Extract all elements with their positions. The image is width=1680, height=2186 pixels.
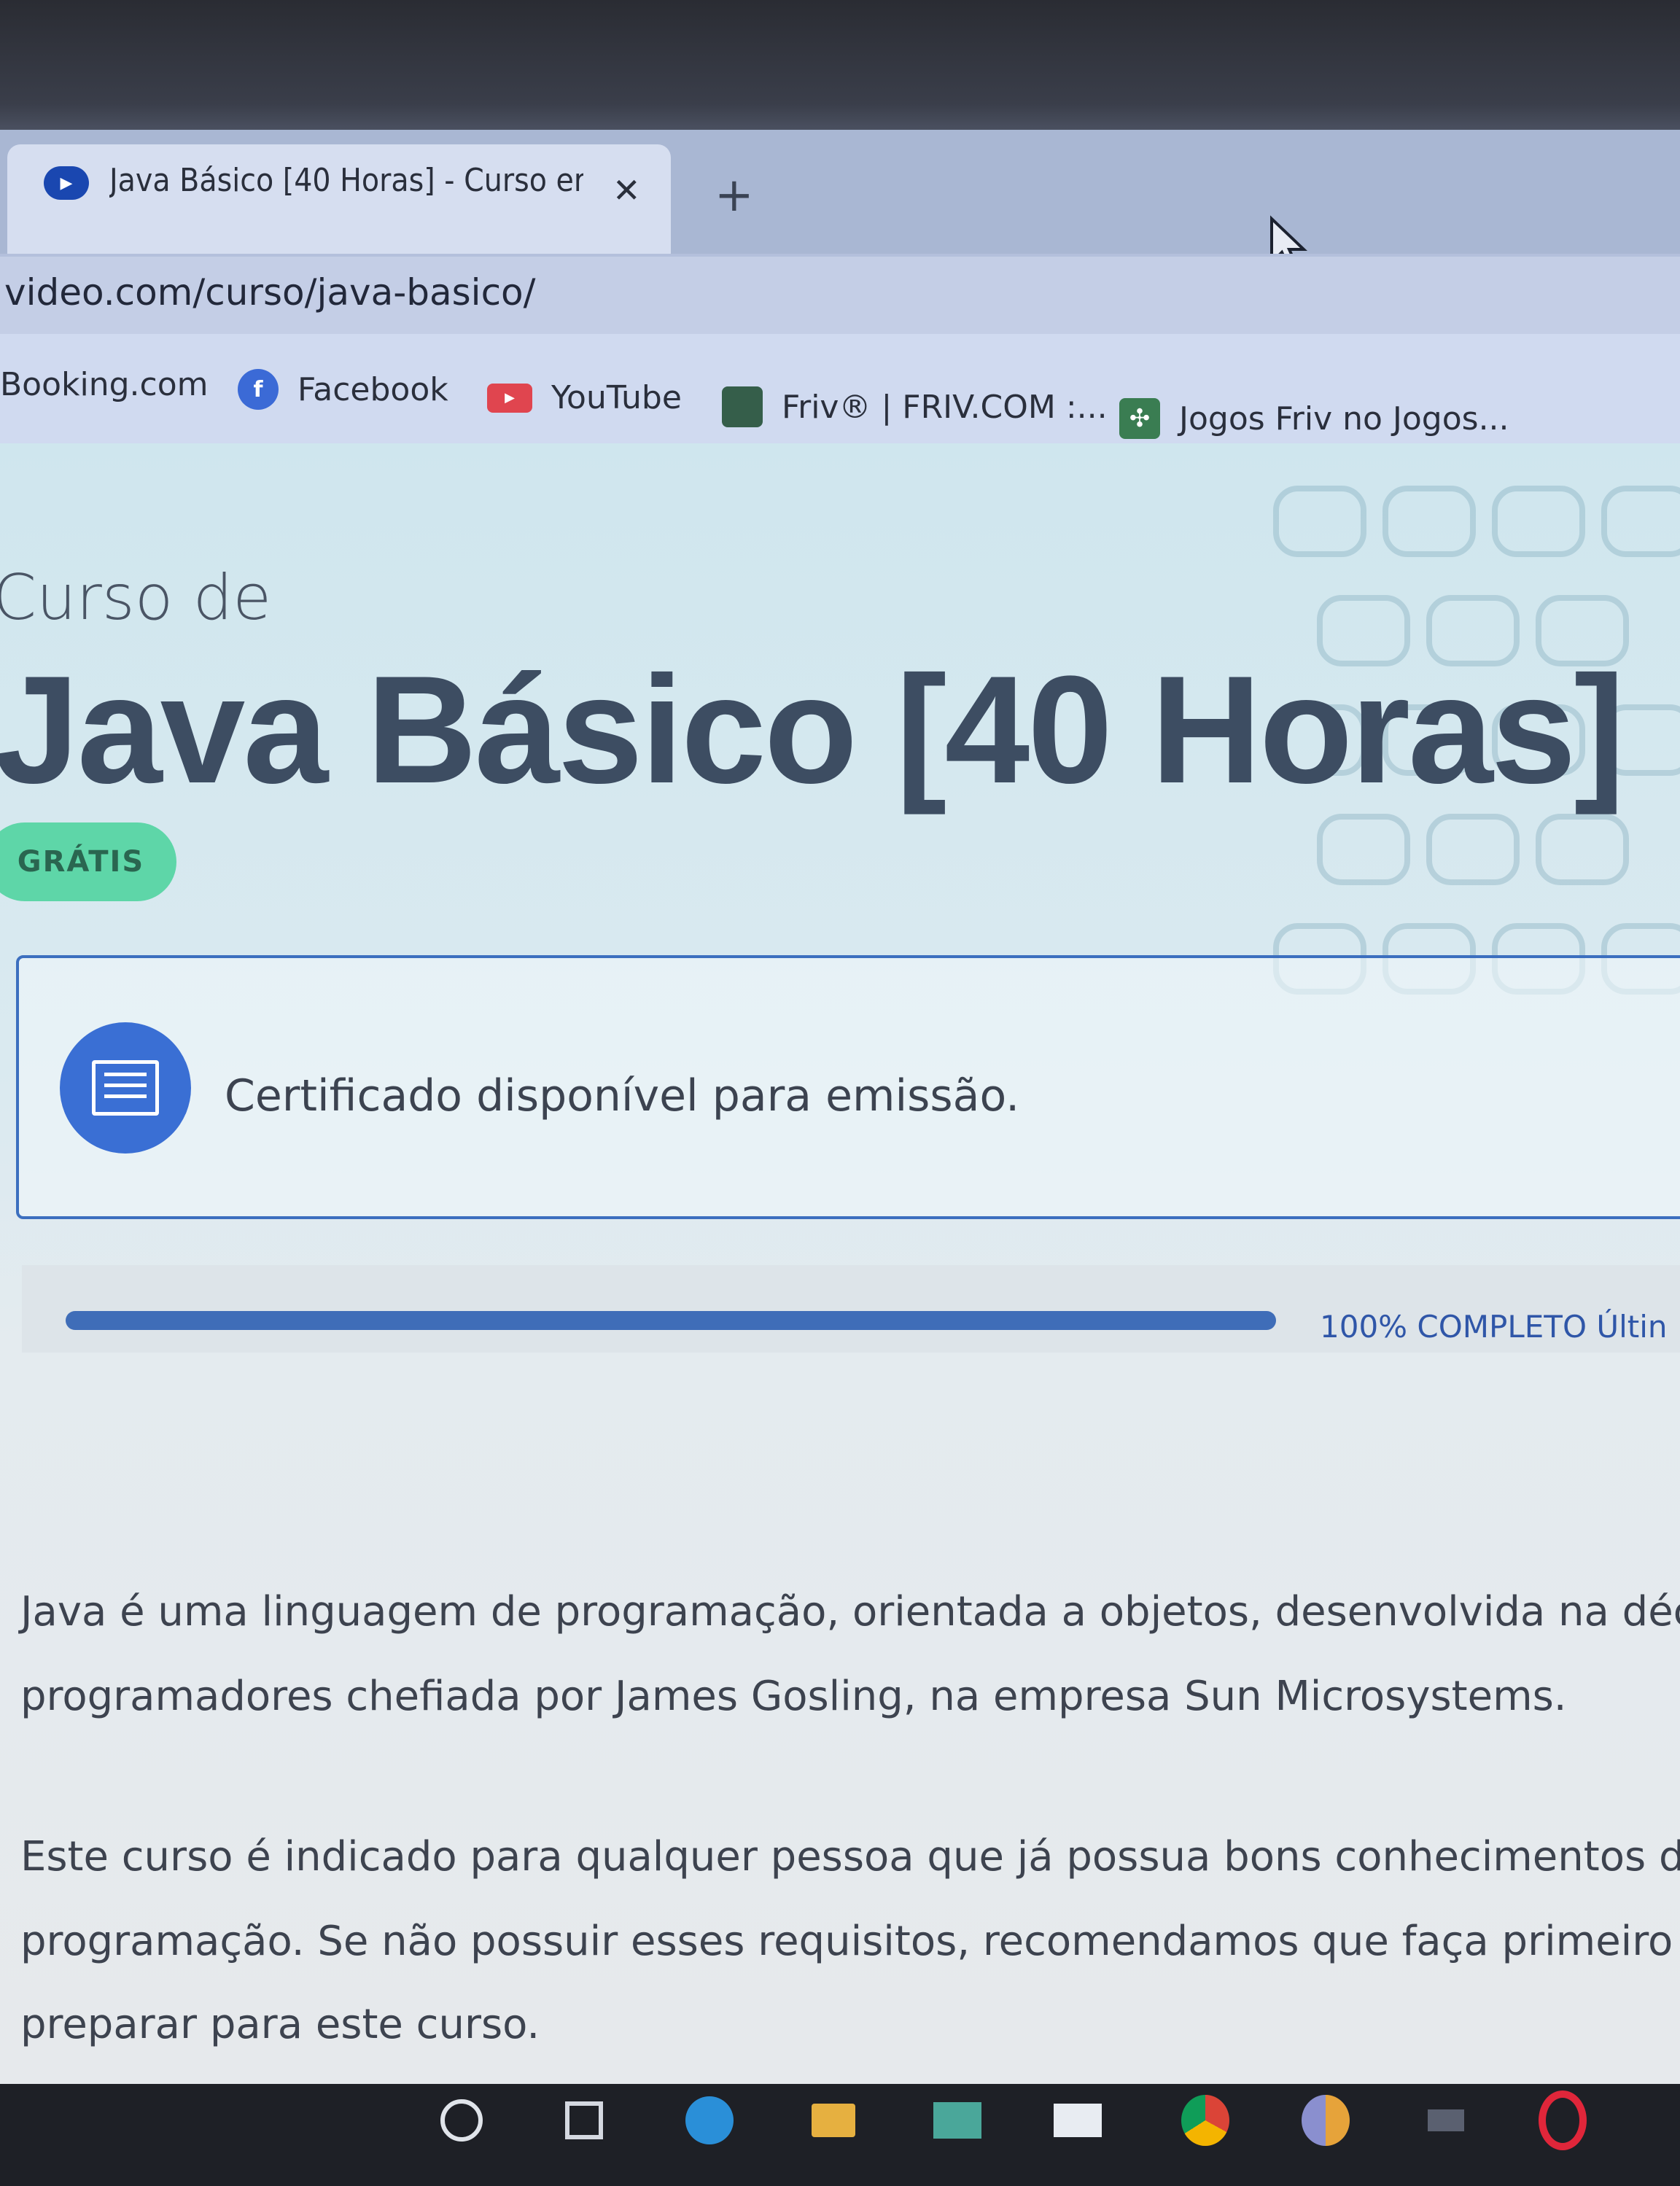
edge-icon[interactable] xyxy=(685,2096,734,2144)
bookmark-youtube[interactable]: ▶ YouTube xyxy=(487,379,682,416)
bookmark-jogos-friv[interactable]: ✣ Jogos Friv no Jogos... xyxy=(1119,398,1509,439)
file-explorer-icon[interactable] xyxy=(809,2096,858,2144)
description-line: Java é uma linguagem de programação, ori… xyxy=(20,1588,1680,1635)
youtube-icon: ▶ xyxy=(487,383,532,413)
chrome-icon[interactable] xyxy=(1181,2095,1229,2146)
search-icon[interactable] xyxy=(438,2096,486,2144)
url-text[interactable]: video.com/curso/java-basico/ xyxy=(4,271,536,314)
course-pre-title: Curso de xyxy=(0,561,272,634)
description-line: programação. Se não possuir esses requis… xyxy=(20,1918,1680,1965)
progress-bar xyxy=(66,1311,1276,1330)
tab-title[interactable]: Java Básico [40 Horas] - Curso er xyxy=(109,162,583,199)
chrome-canary-icon[interactable] xyxy=(1302,2095,1350,2146)
tab-close-icon[interactable]: ✕ xyxy=(612,174,641,207)
jogos-icon: ✣ xyxy=(1119,398,1160,439)
certificate-icon[interactable] xyxy=(60,1022,191,1154)
facebook-icon: f xyxy=(238,369,279,410)
store-icon[interactable] xyxy=(933,2096,981,2144)
friv-icon xyxy=(722,386,763,427)
opera-icon[interactable] xyxy=(1539,2090,1587,2150)
app-icon[interactable] xyxy=(1422,2096,1470,2144)
monitor-bezel xyxy=(0,0,1680,130)
bookmark-friv[interactable]: Friv® | FRIV.COM :... xyxy=(722,386,1108,427)
description-line: preparar para este curso. xyxy=(20,2001,540,2048)
bookmark-facebook[interactable]: f Facebook xyxy=(238,369,448,410)
description-line: programadores chefiada por James Gosling… xyxy=(20,1673,1567,1720)
tab-favicon-icon: ▶ xyxy=(44,166,89,200)
mail-icon[interactable] xyxy=(1054,2096,1102,2144)
description-line: Este curso é indicado para qualquer pess… xyxy=(20,1833,1680,1880)
course-title: Java Básico [40 Horas] xyxy=(0,644,1625,815)
browser-tab[interactable] xyxy=(7,144,671,254)
progress-bar-fill xyxy=(66,1311,1276,1330)
task-view-icon[interactable] xyxy=(560,2096,608,2144)
certificate-text[interactable]: Certificado disponível para emissão. xyxy=(225,1070,1019,1121)
free-badge: GRÁTIS xyxy=(0,822,176,901)
bookmark-booking[interactable]: Booking.com xyxy=(0,366,209,403)
progress-label: 100% COMPLETO Últin xyxy=(1320,1309,1668,1345)
new-tab-button[interactable]: + xyxy=(715,172,754,219)
